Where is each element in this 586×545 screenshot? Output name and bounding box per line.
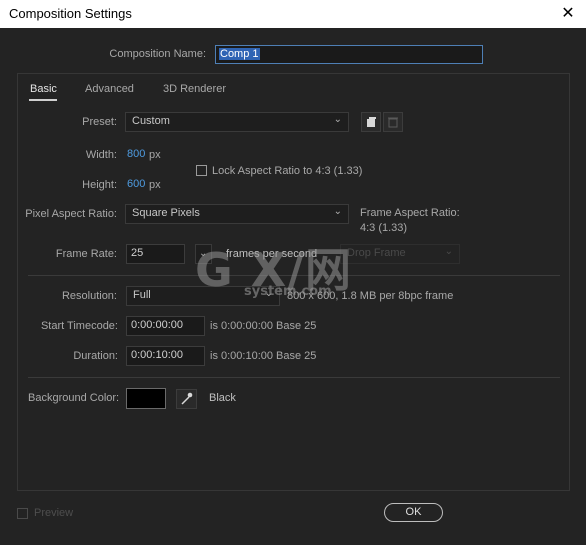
resolution-value: Full [133,289,151,301]
divider [28,377,560,378]
lock-aspect-checkbox[interactable] [196,165,207,176]
composition-name-label: Composition Name: [109,48,206,60]
start-timecode-input[interactable]: 0:00:00:00 [126,316,205,336]
save-preset-icon [367,117,376,127]
resolution-label: Resolution: [61,290,117,302]
tab-advanced[interactable]: Advanced [85,83,134,95]
start-timecode-label: Start Timecode: [40,320,118,332]
frame-rate-label: Frame Rate: [55,248,117,260]
width-label: Width: [85,149,117,161]
eyedropper-button[interactable] [176,389,197,409]
trash-icon [388,117,398,128]
close-icon[interactable]: ✕ [560,3,576,23]
title-bar: Composition Settings ✕ [0,0,586,28]
height-label: Height: [82,179,117,191]
duration-label: Duration: [73,350,118,362]
background-color-name: Black [209,392,236,404]
preset-select[interactable]: Custom ⌄ [125,112,349,132]
preset-label: Preset: [82,116,117,128]
drop-frame-value: Drop Frame [347,247,406,259]
composition-name-value: Comp 1 [219,48,260,60]
height-value[interactable]: 600 [127,178,145,190]
window-title: Composition Settings [9,6,132,21]
height-unit: px [149,179,161,191]
width-value[interactable]: 800 [127,148,145,160]
duration-base: Base 25 [276,350,317,362]
composition-name-input[interactable]: Comp 1 [215,45,483,64]
frame-aspect-label: Frame Aspect Ratio: [360,207,460,219]
drop-frame-select: Drop Frame ⌄ [340,244,460,264]
start-timecode-base: Base 25 [276,320,317,332]
pixel-aspect-select[interactable]: Square Pixels ⌄ [125,204,349,224]
active-tab-indicator [29,99,57,101]
duration-input[interactable]: 0:00:10:00 [126,346,205,366]
chevron-down-icon: ⌄ [333,206,342,217]
duration-value: 0:00:10:00 [131,349,183,361]
start-timecode-value: 0:00:00:00 [131,319,183,331]
lock-aspect-label: Lock Aspect Ratio to 4:3 (1.33) [212,165,363,177]
ok-button[interactable]: OK [384,503,443,522]
tab-basic[interactable]: Basic [30,83,57,95]
eyedropper-icon [181,392,193,405]
background-color-label: Background Color: [28,392,120,404]
preview-checkbox[interactable] [17,508,28,519]
background-color-swatch[interactable] [126,388,166,409]
save-preset-button[interactable] [361,112,381,132]
duration-info: is 0:00:10:00 [210,350,273,362]
pixel-aspect-value: Square Pixels [132,207,200,219]
start-timecode-info: is 0:00:00:00 [210,320,273,332]
frame-aspect-value: 4:3 (1.33) [360,222,408,234]
preset-value: Custom [132,115,170,127]
pixel-aspect-label: Pixel Aspect Ratio: [25,208,117,220]
chevron-down-icon: ⌄ [333,114,342,125]
width-unit: px [149,149,161,161]
tab-3d-renderer[interactable]: 3D Renderer [163,83,226,95]
delete-preset-button[interactable] [383,112,403,132]
frame-rate-input[interactable]: 25 [126,244,185,264]
frame-rate-value: 25 [131,247,144,259]
watermark-domain: system.com [244,284,332,299]
chevron-down-icon: ⌄ [444,246,453,257]
preview-label: Preview [34,507,74,519]
